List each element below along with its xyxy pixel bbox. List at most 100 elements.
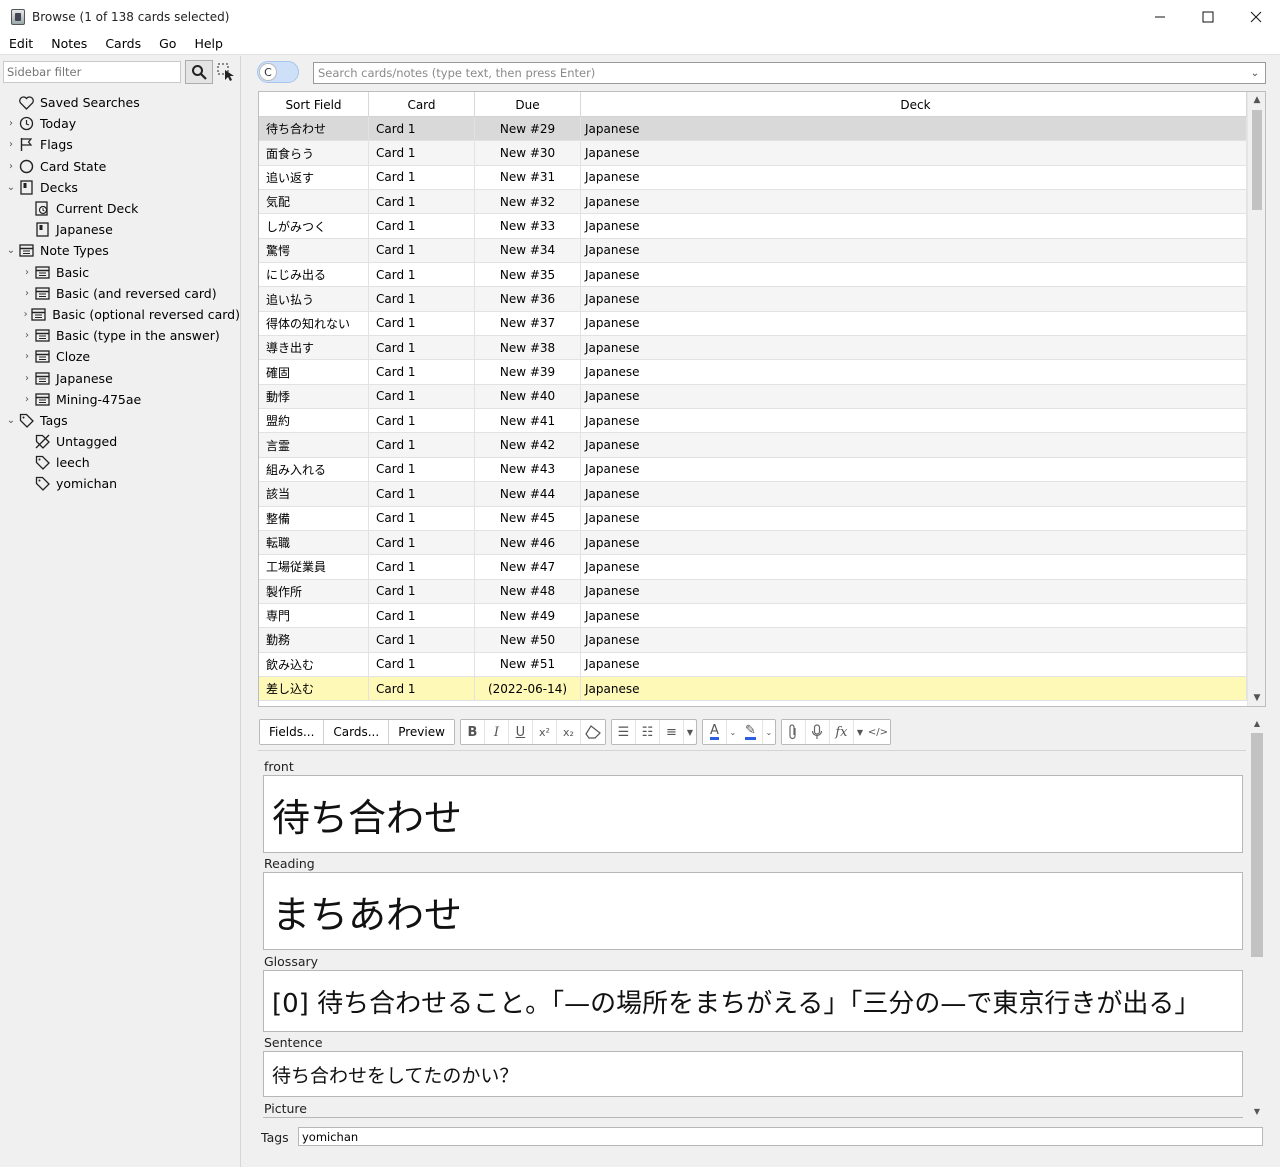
numbered-list-icon[interactable]: ☷ [635, 720, 660, 744]
underline-icon[interactable]: U [508, 720, 533, 744]
sidebar-item-saved-searches[interactable]: Saved Searches [0, 92, 240, 113]
sidebar-item-basic-optional-reversed-card[interactable]: › Basic (optional reversed card) [0, 304, 240, 325]
sidebar-item-card-state[interactable]: › Card State [0, 156, 240, 177]
field-front[interactable]: 待ち合わせ [263, 775, 1243, 853]
chevron-down-icon[interactable]: ⌄ [1245, 68, 1265, 79]
editor-scroll-down-icon[interactable]: ▼ [1248, 1105, 1266, 1117]
table-row[interactable]: 飲み込む Card 1 New #51 Japanese [259, 652, 1247, 677]
table-row[interactable]: 勤務 Card 1 New #50 Japanese [259, 628, 1247, 653]
table-row[interactable]: 組み入れる Card 1 New #43 Japanese [259, 457, 1247, 483]
math-dropdown-icon[interactable]: ▼ [854, 720, 866, 744]
sidebar-item-basic-and-reversed-card[interactable]: › Basic (and reversed card) [0, 283, 240, 304]
table-row[interactable]: 面食らう Card 1 New #30 Japanese [259, 141, 1247, 166]
chevron-right-icon[interactable]: › [22, 267, 32, 278]
chevron-right-icon[interactable]: › [22, 288, 32, 299]
table-row[interactable]: 盟約 Card 1 New #41 Japanese [259, 409, 1247, 434]
table-row[interactable]: 差し込む Card 1 (2022-06-14) Japanese [259, 676, 1247, 702]
table-row[interactable]: 転職 Card 1 New #46 Japanese [259, 530, 1247, 556]
table-row[interactable]: 動悸 Card 1 New #40 Japanese [259, 384, 1247, 410]
sidebar-item-tags[interactable]: ⌄ Tags [0, 410, 240, 431]
chevron-down-icon[interactable]: ⌄ [6, 415, 16, 426]
chevron-down-icon[interactable]: ⌄ [6, 182, 16, 193]
field-sentence[interactable]: 待ち合わせをしてたのかい？ [263, 1051, 1243, 1097]
menu-help[interactable]: Help [185, 36, 232, 51]
search-combobox[interactable]: ⌄ [313, 62, 1266, 84]
chevron-right-icon[interactable]: › [22, 351, 32, 362]
table-row[interactable]: 得体の知れない Card 1 New #37 Japanese [259, 311, 1247, 337]
align-dropdown-icon[interactable]: ▼ [684, 720, 696, 744]
table-row[interactable]: 確固 Card 1 New #39 Japanese [259, 360, 1247, 385]
menu-cards[interactable]: Cards [96, 36, 150, 51]
sidebar-item-flags[interactable]: › Flags [0, 134, 240, 155]
subscript-icon[interactable]: x₂ [556, 720, 581, 744]
field-reading[interactable]: まちあわせ [263, 872, 1243, 950]
column-header-sort-field[interactable]: Sort Field [259, 92, 369, 117]
sidebar-item-basic[interactable]: › Basic [0, 262, 240, 283]
chevron-right-icon[interactable]: › [22, 394, 32, 405]
text-color-icon[interactable]: A [702, 720, 727, 744]
sidebar-item-current-deck[interactable]: Current Deck [0, 198, 240, 219]
column-header-due[interactable]: ^ Due [475, 92, 581, 117]
sidebar-select-tool-button[interactable] [215, 62, 237, 82]
field-glossary[interactable]: [0] 待ち合わせること。「—の場所をまちがえる」「三分の—で東京行きが出る」 [263, 970, 1243, 1032]
table-row[interactable]: 専門 Card 1 New #49 Japanese [259, 603, 1247, 629]
italic-icon[interactable]: I [484, 720, 509, 744]
superscript-icon[interactable]: x² [532, 720, 557, 744]
chevron-right-icon[interactable]: › [22, 309, 29, 320]
sidebar-item-mining-475ae[interactable]: › Mining-475ae [0, 389, 240, 410]
sidebar-item-note-types[interactable]: ⌄ Note Types [0, 240, 240, 261]
tags-input[interactable]: yomichan [298, 1127, 1263, 1146]
minimize-button[interactable] [1136, 0, 1184, 33]
bullet-list-icon[interactable]: ☰ [611, 720, 636, 744]
menu-go[interactable]: Go [150, 36, 185, 51]
close-button[interactable] [1232, 0, 1280, 33]
table-row[interactable]: 気配 Card 1 New #32 Japanese [259, 190, 1247, 215]
sidebar-item-decks[interactable]: ⌄ Decks [0, 177, 240, 198]
eraser-icon[interactable] [580, 720, 605, 744]
table-row[interactable]: 追い返す Card 1 New #31 Japanese [259, 165, 1247, 191]
table-row[interactable]: 追い払う Card 1 New #36 Japanese [259, 287, 1247, 312]
sidebar-item-cloze[interactable]: › Cloze [0, 346, 240, 367]
search-input[interactable] [314, 66, 1245, 80]
attach-icon[interactable] [781, 720, 806, 744]
align-icon[interactable]: ≡ [659, 720, 684, 744]
editor-scrollbar[interactable]: ▲ ▼ [1248, 717, 1266, 1117]
sidebar-item-japanese[interactable]: › Japanese [0, 367, 240, 388]
chevron-right-icon[interactable]: › [22, 373, 32, 384]
cards-notes-toggle[interactable]: C [257, 61, 299, 83]
table-row[interactable]: 驚愕 Card 1 New #34 Japanese [259, 238, 1247, 264]
table-row[interactable]: 該当 Card 1 New #44 Japanese [259, 482, 1247, 507]
table-row[interactable]: 工場従業員 Card 1 New #47 Japanese [259, 555, 1247, 580]
sidebar-search-button[interactable] [185, 60, 213, 84]
table-row[interactable]: しがみつく Card 1 New #33 Japanese [259, 214, 1247, 239]
bold-icon[interactable]: B [460, 720, 485, 744]
scroll-down-icon[interactable]: ▼ [1248, 690, 1265, 706]
preview-button[interactable]: Preview [389, 720, 454, 744]
sidebar-item-leech[interactable]: leech [0, 452, 240, 473]
table-row[interactable]: 言霊 Card 1 New #42 Japanese [259, 433, 1247, 458]
sidebar-item-basic-type-in-the-answer[interactable]: › Basic (type in the answer) [0, 325, 240, 346]
table-row[interactable]: 製作所 Card 1 New #48 Japanese [259, 579, 1247, 604]
chevron-down-icon[interactable]: ⌄ [6, 245, 16, 256]
chevron-right-icon[interactable]: › [6, 161, 16, 172]
highlight-icon[interactable]: ✎ [738, 720, 763, 744]
editor-scrollbar-thumb[interactable] [1251, 733, 1263, 957]
sidebar-item-untagged[interactable]: Untagged [0, 431, 240, 452]
menu-edit[interactable]: Edit [0, 36, 42, 51]
sidebar-item-today[interactable]: › Today [0, 113, 240, 134]
scrollbar-thumb[interactable] [1252, 110, 1262, 210]
cards-button[interactable]: Cards... [324, 720, 390, 744]
table-row[interactable]: 待ち合わせ Card 1 New #29 Japanese [259, 117, 1247, 142]
table-row[interactable]: 整備 Card 1 New #45 Japanese [259, 506, 1247, 531]
html-editor-icon[interactable]: </> [865, 720, 890, 744]
chevron-right-icon[interactable]: › [6, 118, 16, 129]
sidebar-item-japanese[interactable]: Japanese [0, 219, 240, 240]
microphone-icon[interactable] [805, 720, 830, 744]
scroll-up-icon[interactable]: ▲ [1248, 92, 1265, 108]
chevron-right-icon[interactable]: › [6, 139, 16, 150]
sidebar-filter-input[interactable] [3, 61, 181, 83]
table-row[interactable]: にじみ出る Card 1 New #35 Japanese [259, 263, 1247, 288]
sidebar-item-yomichan[interactable]: yomichan [0, 473, 240, 494]
chevron-right-icon[interactable]: › [22, 330, 32, 341]
column-header-card[interactable]: Card [369, 92, 475, 117]
